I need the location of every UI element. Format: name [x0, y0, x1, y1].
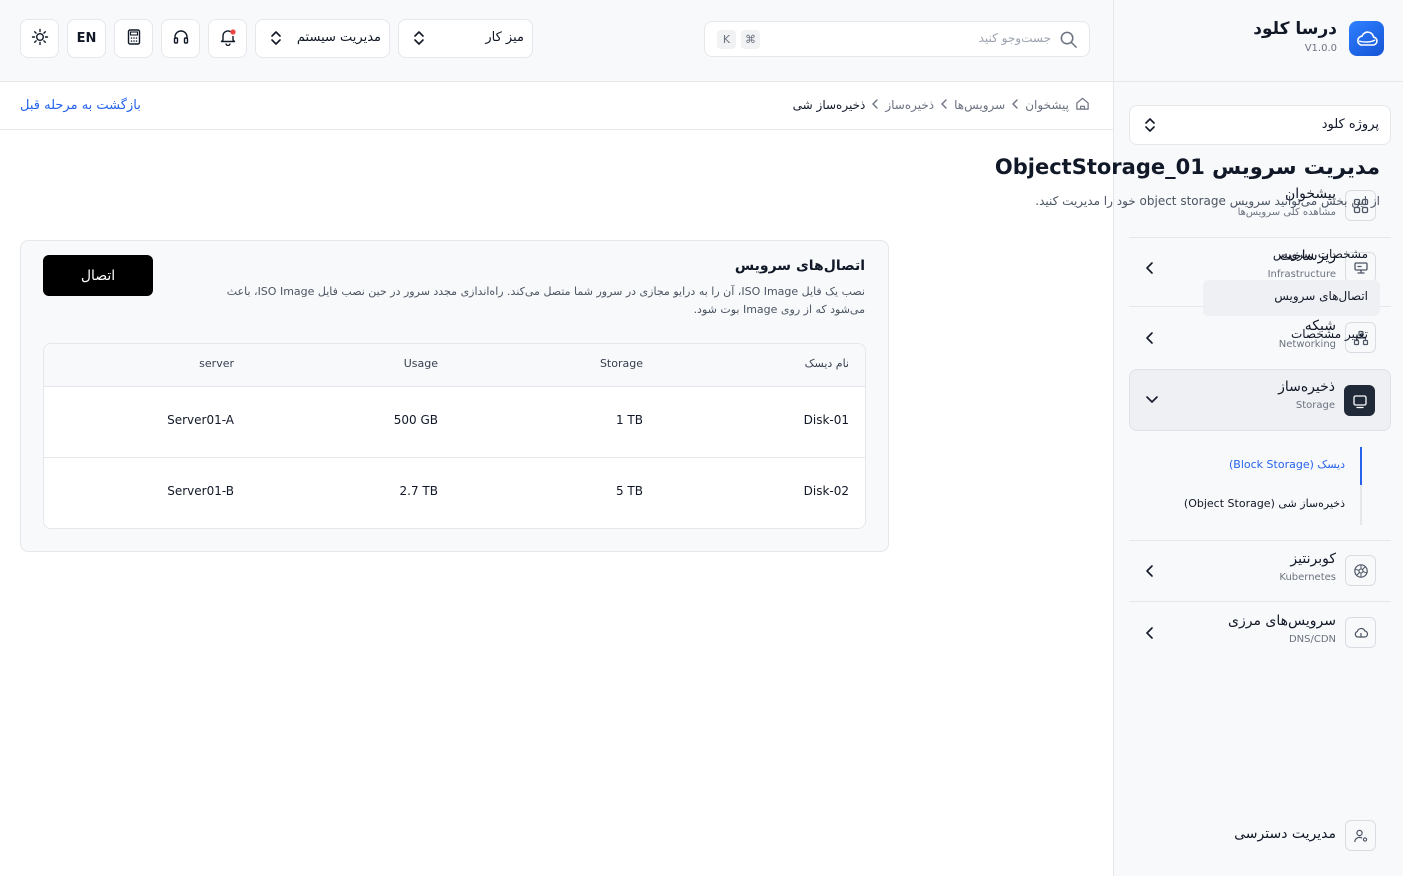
workspace-select-label: میز کار — [485, 30, 524, 45]
breadcrumb-current: ذخیره‌ساز شی — [792, 98, 866, 112]
chevron-updown-icon — [269, 29, 283, 51]
tab-label: اتصال‌های سرویس — [1274, 289, 1368, 303]
cell-usage: 500 GB — [393, 413, 438, 427]
breadcrumb-item[interactable]: پیشخوان — [1025, 98, 1069, 112]
workspace-select[interactable]: میز کار — [398, 19, 533, 58]
language-button[interactable]: EN — [67, 19, 106, 58]
connect-button[interactable]: اتصال — [43, 255, 153, 296]
brand-header: درسا کلود V1.0.0 — [1114, 0, 1403, 82]
sidebar-subitem-block-storage[interactable]: دیسک (Block Storage) — [1229, 458, 1345, 471]
disks-table: نام دیسک Storage Usage server Disk-01 1 … — [43, 343, 866, 529]
divider — [1129, 540, 1391, 541]
cell-usage: 2.7 TB — [399, 484, 438, 498]
breadcrumb-item[interactable]: ذخیره‌ساز — [885, 98, 934, 112]
column-header-storage: Storage — [599, 357, 643, 370]
kbd-cmd: ⌘ — [741, 30, 760, 49]
kubernetes-icon — [1345, 555, 1376, 586]
sidebar-item-title: ذخیره‌ساز — [1278, 379, 1335, 395]
chevron-left-icon — [940, 98, 948, 113]
search-input[interactable]: جست‌وجو کنید ⌘ K — [704, 21, 1090, 57]
cell-disk: Disk-02 — [803, 484, 849, 498]
headset-icon — [172, 28, 190, 50]
back-link[interactable]: بازگشت به مرحله قبل — [20, 98, 141, 113]
sidebar-item-title: سرویس‌های مرزی — [1228, 613, 1336, 629]
tab-change-specs[interactable]: تغییر مشخصات — [1203, 318, 1380, 354]
cell-storage: 5 TB — [615, 484, 643, 498]
kbd-k: K — [717, 30, 736, 49]
sidebar-item-edge-services[interactable]: سرویس‌های مرزی DNS/CDN — [1129, 604, 1391, 662]
sidebar-item-subtitle: DNS/CDN — [1288, 634, 1336, 645]
system-management-select[interactable]: مدیریت سیستم — [255, 19, 390, 58]
home-icon — [1075, 96, 1090, 114]
sidebar-item-title: مدیریت دسترسی — [1234, 826, 1336, 842]
chevron-left-icon — [1145, 626, 1155, 644]
brand-name: درسا کلود — [1253, 19, 1337, 39]
breadcrumb-bar: پیشخوان سرویس‌ها ذخیره‌ساز ذخیره‌ساز شی … — [0, 82, 1113, 130]
page-title: مدیریت سرویس ObjectStorage_01 — [994, 155, 1380, 179]
connections-card: اتصال‌های سرویس نصب یک فایل ISO Image، آ… — [20, 240, 889, 552]
sun-icon — [31, 28, 49, 50]
sidebar-item-subtitle: Kubernetes — [1279, 572, 1336, 583]
breadcrumb-item[interactable]: سرویس‌ها — [954, 98, 1005, 112]
card-title: اتصال‌های سرویس — [734, 258, 865, 274]
submenu-active-indicator — [1360, 447, 1362, 485]
tab-service-connections[interactable]: اتصال‌های سرویس — [1203, 280, 1380, 316]
divider — [1129, 601, 1391, 602]
bell-icon — [219, 28, 237, 50]
cell-server: Server01-A — [167, 413, 234, 427]
support-button[interactable] — [161, 19, 200, 58]
table-header: نام دیسک Storage Usage server — [44, 344, 865, 386]
sidebar-item-title: کوبرنتیز — [1290, 551, 1336, 567]
chevron-updown-icon — [1143, 116, 1157, 138]
cloud-logo-icon — [1349, 21, 1384, 56]
system-select-label: مدیریت سیستم — [296, 30, 381, 45]
notifications-button[interactable] — [208, 19, 247, 58]
sidebar-item-subtitle: Storage — [1295, 400, 1335, 411]
column-header-server: server — [199, 357, 234, 370]
cell-server: Server01-B — [167, 484, 234, 498]
calculator-icon — [125, 28, 143, 50]
sidebar-item-kubernetes[interactable]: کوبرنتیز Kubernetes — [1129, 542, 1391, 600]
chevron-updown-icon — [412, 29, 426, 51]
chevron-left-icon — [871, 98, 879, 113]
sidebar-item-access-management[interactable]: مدیریت دسترسی — [1129, 807, 1391, 865]
cloud-icon — [1345, 617, 1376, 648]
chevron-left-icon — [1145, 564, 1155, 582]
user-key-icon — [1345, 820, 1376, 851]
cell-storage: 1 TB — [615, 413, 643, 427]
sidebar-subitem-object-storage[interactable]: ذخیره‌ساز شی (Object Storage) — [1184, 497, 1345, 510]
search-placeholder: جست‌وجو کنید — [978, 31, 1051, 45]
breadcrumb: پیشخوان سرویس‌ها ذخیره‌ساز ذخیره‌ساز شی — [793, 96, 1090, 114]
page-description: از این بخش می‌توانید سرویس object storag… — [1035, 194, 1380, 208]
table-row[interactable]: Disk-02 5 TB 2.7 TB Server01-B — [44, 457, 865, 528]
sidebar-item-subtitle: مشاهده کلی سرویس‌ها — [1237, 207, 1336, 218]
tab-label: تغییر مشخصات — [1290, 327, 1368, 341]
sidebar: درسا کلود V1.0.0 پروژه کلود پیشخوان مشاه… — [1113, 0, 1403, 876]
tab-service-specs[interactable]: مشخصات سرویس — [1203, 238, 1380, 274]
chevron-left-icon — [1145, 331, 1155, 349]
theme-toggle-button[interactable] — [20, 19, 59, 58]
project-select-label: پروژه کلود — [1321, 117, 1379, 132]
table-row[interactable]: Disk-01 1 TB 500 GB Server01-A — [44, 386, 865, 457]
top-header: جست‌وجو کنید ⌘ K میز کار مدیریت سیستم EN — [0, 0, 1113, 82]
project-select[interactable]: پروژه کلود — [1129, 105, 1391, 145]
cell-disk: Disk-01 — [803, 413, 849, 427]
chevron-left-icon — [1145, 261, 1155, 279]
chevron-down-icon — [1145, 393, 1159, 408]
column-header-usage: Usage — [403, 357, 438, 370]
column-header-disk: نام دیسک — [804, 357, 849, 370]
calculator-button[interactable] — [114, 19, 153, 58]
storage-icon — [1344, 385, 1375, 416]
submenu-track — [1360, 447, 1362, 525]
chevron-left-icon — [1011, 98, 1019, 113]
card-description: نصب یک فایل ISO Image، آن را به درایو مج… — [226, 285, 865, 316]
brand-version: V1.0.0 — [1304, 43, 1337, 54]
tab-label: مشخصات سرویس — [1272, 247, 1368, 261]
sidebar-item-storage[interactable]: ذخیره‌ساز Storage — [1129, 369, 1391, 431]
search-icon — [1059, 30, 1078, 53]
